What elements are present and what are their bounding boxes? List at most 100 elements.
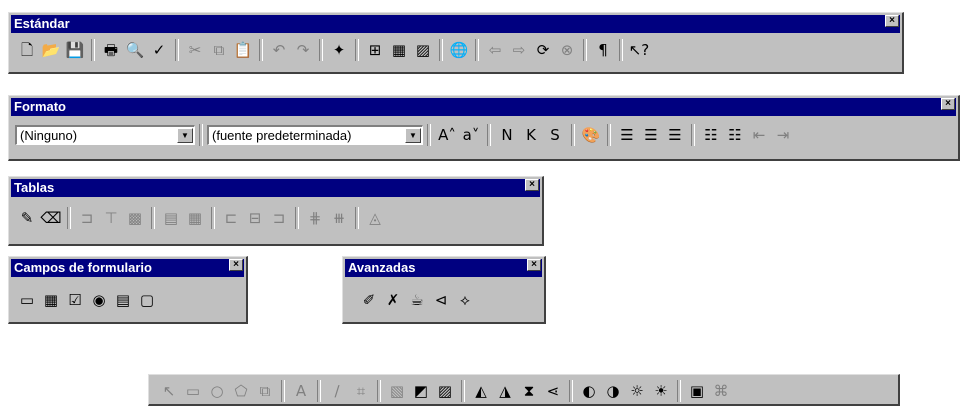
image-icon[interactable]: ▧ (385, 379, 409, 403)
italic-icon[interactable]: K (519, 123, 543, 147)
contrast-icon[interactable]: ◩ (409, 379, 433, 403)
oval-icon[interactable]: ○ (205, 379, 229, 403)
font-color-icon[interactable]: 🎨 (579, 123, 603, 147)
insert-activex-icon[interactable]: ⟡ (453, 288, 477, 312)
web-globe-icon[interactable]: 🌐 (447, 38, 471, 62)
pilcrow-icon[interactable]: ¶ (591, 38, 615, 62)
bold-icon[interactable]: N (495, 123, 519, 147)
spelling-icon[interactable]: ✓ (147, 38, 171, 62)
flip-vertical-icon[interactable]: ⋖ (541, 379, 565, 403)
more-brightness-icon[interactable]: ☼ (625, 379, 649, 403)
form-properties-icon[interactable]: ✐ (357, 288, 381, 312)
group-icon[interactable]: ⧉ (253, 379, 277, 403)
toolbar-avanzadas-title[interactable]: Avanzadas (345, 259, 542, 277)
align-center-icon[interactable]: ☰ (639, 123, 663, 147)
fill-color-icon[interactable]: ◬ (363, 206, 387, 230)
insert-hyperlink-icon[interactable]: ⊞ (363, 38, 387, 62)
eraser-icon[interactable]: ⌫ (39, 206, 63, 230)
pencil-line-icon[interactable]: ∕ (325, 379, 349, 403)
chevron-down-icon[interactable]: ▼ (177, 128, 193, 143)
font-select[interactable]: (fuente predeterminada) ▼ (207, 125, 423, 145)
shrink-font-icon[interactable]: a˅ (459, 123, 483, 147)
insert-plugin-icon[interactable]: ⊲ (429, 288, 453, 312)
distribute-rows-icon[interactable]: ⋕ (303, 206, 327, 230)
align-top-icon[interactable]: ⊏ (219, 206, 243, 230)
polygon-icon[interactable]: ⬠ (229, 379, 253, 403)
delete-cells-icon[interactable]: ▩ (123, 206, 147, 230)
align-bottom-icon[interactable]: ⊐ (267, 206, 291, 230)
stop-icon[interactable]: ⊗ (555, 38, 579, 62)
text-A-icon[interactable]: A (289, 379, 313, 403)
close-icon[interactable]: × (527, 259, 541, 271)
print-icon[interactable]: 🖶 (99, 38, 123, 62)
rotate-left-icon[interactable]: ◭ (469, 379, 493, 403)
new-document-icon[interactable]: 🗋 (15, 38, 39, 62)
copy-icon[interactable]: ⧉ (207, 38, 231, 62)
picture-insert-icon[interactable]: ▨ (433, 379, 457, 403)
save-icon[interactable]: 💾 (63, 38, 87, 62)
separator (619, 39, 623, 61)
decrease-indent-icon[interactable]: ⇤ (747, 123, 771, 147)
refresh-icon[interactable]: ⟳ (531, 38, 555, 62)
paste-icon[interactable]: 📋 (231, 38, 255, 62)
increase-indent-icon[interactable]: ⇥ (771, 123, 795, 147)
toolbar-formato-title[interactable]: Formato (11, 98, 956, 116)
radio-button-icon[interactable]: ◉ (87, 288, 111, 312)
close-icon[interactable]: × (525, 179, 539, 191)
numbered-list-icon[interactable]: ☷ (699, 123, 723, 147)
less-brightness-icon[interactable]: ☀ (649, 379, 673, 403)
distribute-columns-icon[interactable]: ⧻ (327, 206, 351, 230)
toolbar-estandar-title[interactable]: Estándar (11, 15, 900, 33)
toolbar-campos-formulario: Campos de formulario × ▭ ▦ ☑ ◉ ▤ ▢ (8, 256, 248, 324)
insert-rows-icon[interactable]: ⊐ (75, 206, 99, 230)
insert-picture-icon[interactable]: ▨ (411, 38, 435, 62)
delete-web-component-icon[interactable]: ✗ (381, 288, 405, 312)
separator (281, 380, 285, 402)
flip-horizontal-icon[interactable]: ⧗ (517, 379, 541, 403)
open-folder-icon[interactable]: 📂 (39, 38, 63, 62)
chevron-down-icon[interactable]: ▼ (405, 128, 421, 143)
restore-picture-icon[interactable]: ▣ (685, 379, 709, 403)
resample-icon[interactable]: ⌘ (709, 379, 733, 403)
style-select[interactable]: (Ninguno) ▼ (15, 125, 195, 145)
scrolling-text-icon[interactable]: ▦ (39, 288, 63, 312)
align-middle-icon[interactable]: ⊟ (243, 206, 267, 230)
back-arrow-icon[interactable]: ⇦ (483, 38, 507, 62)
separator (295, 207, 299, 229)
format-painter-icon[interactable]: ✦ (327, 38, 351, 62)
select-pointer-icon[interactable]: ↖ (157, 379, 181, 403)
checkbox-icon[interactable]: ☑ (63, 288, 87, 312)
grow-font-icon[interactable]: A˄ (435, 123, 459, 147)
separator (461, 380, 465, 402)
insert-columns-icon[interactable]: ⊤ (99, 206, 123, 230)
cut-icon[interactable]: ✂ (183, 38, 207, 62)
toolbar-campos-title[interactable]: Campos de formulario (11, 259, 244, 277)
merge-cells-icon[interactable]: ▤ (159, 206, 183, 230)
crop-icon[interactable]: ⌗ (349, 379, 373, 403)
less-contrast-icon[interactable]: ◑ (601, 379, 625, 403)
close-icon[interactable]: × (229, 259, 243, 271)
dropdown-menu-icon[interactable]: ▤ (111, 288, 135, 312)
insert-table-icon[interactable]: ▦ (387, 38, 411, 62)
rectangle-icon[interactable]: ▭ (181, 379, 205, 403)
print-preview-icon[interactable]: 🔍 (123, 38, 147, 62)
forward-arrow-icon[interactable]: ⇨ (507, 38, 531, 62)
bulleted-list-icon[interactable]: ☷ (723, 123, 747, 147)
close-icon[interactable]: × (941, 98, 955, 110)
toolbar-tablas-title[interactable]: Tablas (11, 179, 540, 197)
align-left-icon[interactable]: ☰ (615, 123, 639, 147)
draw-table-pencil-icon[interactable]: ✎ (15, 206, 39, 230)
align-right-icon[interactable]: ☰ (663, 123, 687, 147)
underline-icon[interactable]: S (543, 123, 567, 147)
undo-icon[interactable]: ↶ (267, 38, 291, 62)
font-select-value: (fuente predeterminada) (212, 128, 352, 143)
text-field-icon[interactable]: ▭ (15, 288, 39, 312)
more-contrast-icon[interactable]: ◐ (577, 379, 601, 403)
insert-java-icon[interactable]: ☕ (405, 288, 429, 312)
close-icon[interactable]: × (885, 15, 899, 27)
push-button-icon[interactable]: ▢ (135, 288, 159, 312)
help-pointer-icon[interactable]: ↖? (627, 38, 651, 62)
rotate-right-icon[interactable]: ◮ (493, 379, 517, 403)
split-cells-icon[interactable]: ▦ (183, 206, 207, 230)
redo-icon[interactable]: ↷ (291, 38, 315, 62)
